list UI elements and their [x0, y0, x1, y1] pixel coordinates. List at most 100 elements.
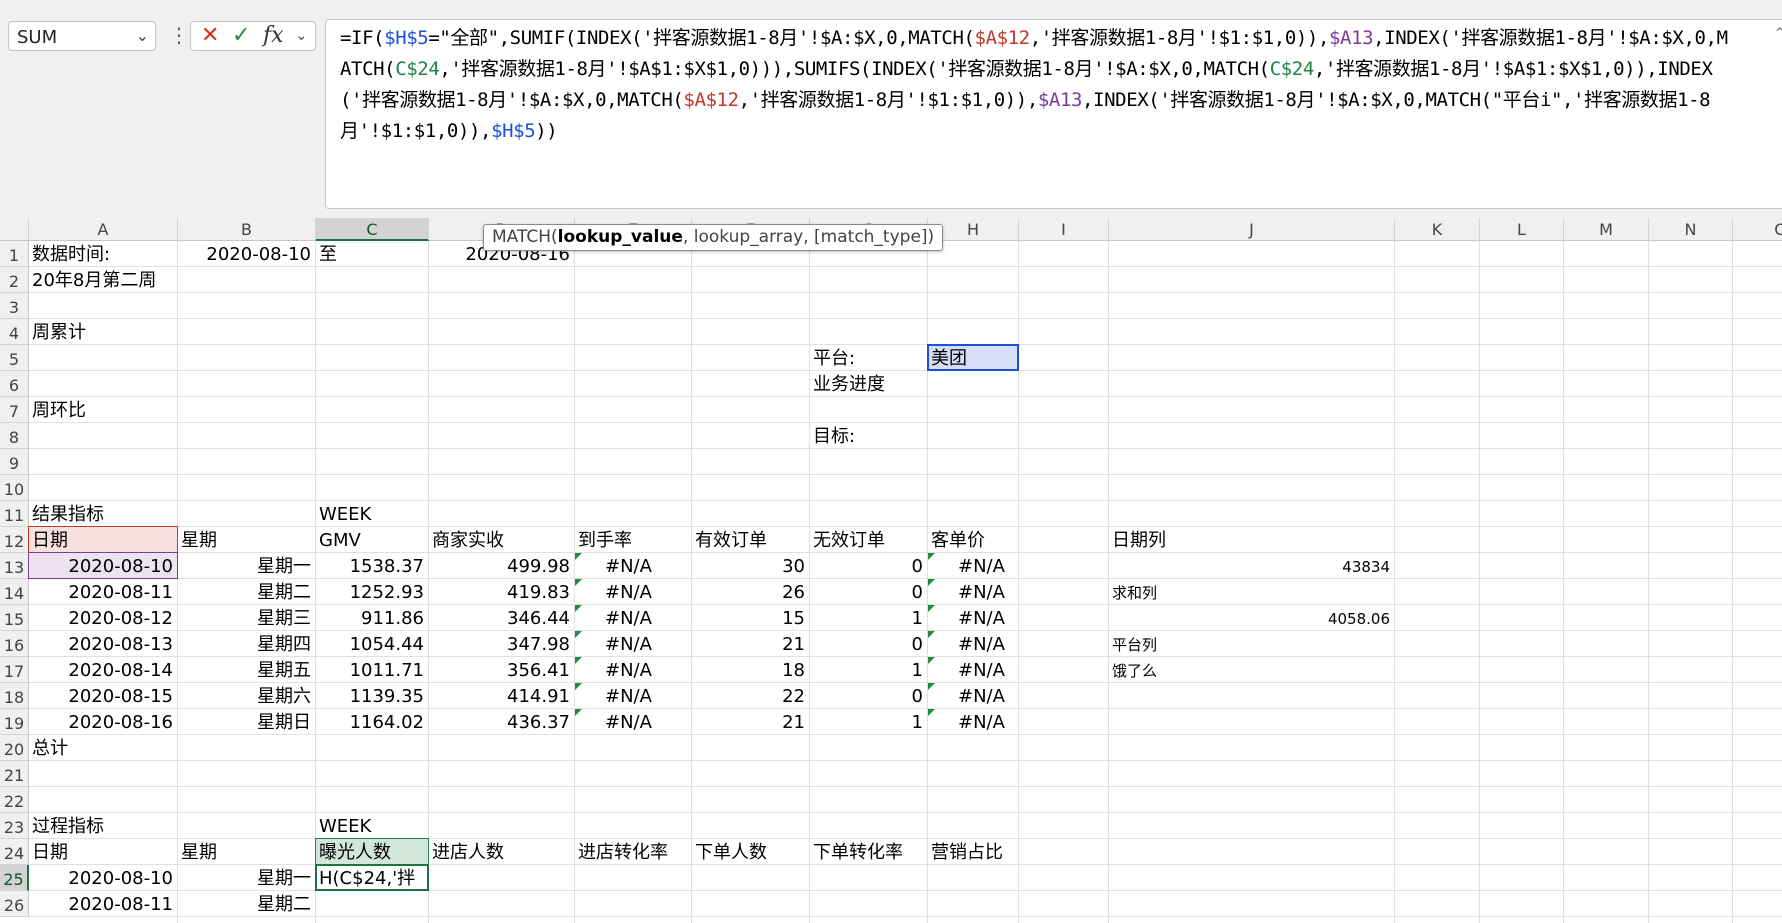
- row-header-14[interactable]: 14: [0, 579, 29, 605]
- cell-j16[interactable]: 平台列: [1112, 632, 1157, 658]
- column-header-a[interactable]: A: [29, 218, 178, 241]
- cell-e15[interactable]: #N/A: [605, 606, 652, 632]
- cell-f15[interactable]: 15: [695, 606, 805, 632]
- cell-c1[interactable]: 至: [319, 242, 337, 268]
- row-header-2[interactable]: 2: [0, 267, 29, 293]
- insert-function-icon[interactable]: fx: [263, 23, 284, 48]
- row-header-18[interactable]: 18: [0, 683, 29, 709]
- row-header-21[interactable]: 21: [0, 761, 29, 787]
- cell-f19[interactable]: 21: [695, 710, 805, 736]
- cell-a13[interactable]: 2020-08-10: [32, 554, 173, 580]
- cell-c17[interactable]: 1011.71: [319, 658, 424, 684]
- cell-e16[interactable]: #N/A: [605, 632, 652, 658]
- cell-c24[interactable]: 曝光人数: [319, 840, 391, 866]
- cell-c18[interactable]: 1139.35: [319, 684, 424, 710]
- cell-a25[interactable]: 2020-08-10: [32, 866, 173, 892]
- tooltip-current-arg[interactable]: lookup_value: [558, 227, 683, 247]
- cell-g17[interactable]: 1: [813, 658, 923, 684]
- column-header-b[interactable]: B: [178, 218, 316, 241]
- cell-a11[interactable]: 结果指标: [32, 502, 104, 528]
- cell-c19[interactable]: 1164.02: [319, 710, 424, 736]
- cell-f18[interactable]: 22: [695, 684, 805, 710]
- cell-b1[interactable]: 2020-08-10: [181, 242, 311, 268]
- cancel-icon[interactable]: ✕: [201, 23, 219, 48]
- cell-h15[interactable]: #N/A: [958, 606, 1005, 632]
- error-indicator-icon[interactable]: [928, 709, 935, 716]
- cell-b13[interactable]: 星期一: [181, 554, 311, 580]
- cell-a17[interactable]: 2020-08-14: [32, 658, 173, 684]
- cell-d16[interactable]: 347.98: [432, 632, 570, 658]
- column-header-l[interactable]: L: [1480, 218, 1564, 241]
- column-header-k[interactable]: K: [1395, 218, 1480, 241]
- cell-f24[interactable]: 下单人数: [695, 840, 767, 866]
- error-indicator-icon[interactable]: [575, 579, 582, 586]
- error-indicator-icon[interactable]: [575, 605, 582, 612]
- cell-e17[interactable]: #N/A: [605, 658, 652, 684]
- cell-c15[interactable]: 911.86: [319, 606, 424, 632]
- cell-e14[interactable]: #N/A: [605, 580, 652, 606]
- cell-c13[interactable]: 1538.37: [319, 554, 424, 580]
- cell-b12[interactable]: 星期: [181, 528, 217, 554]
- column-header-c[interactable]: C: [316, 218, 429, 241]
- cell-b14[interactable]: 星期二: [181, 580, 311, 606]
- row-header-26[interactable]: 26: [0, 891, 29, 917]
- cell-c12[interactable]: GMV: [319, 528, 361, 554]
- row-header-15[interactable]: 15: [0, 605, 29, 631]
- cell-b25[interactable]: 星期一: [181, 866, 311, 892]
- cell-a14[interactable]: 2020-08-11: [32, 580, 173, 606]
- cell-h13[interactable]: #N/A: [958, 554, 1005, 580]
- row-header-16[interactable]: 16: [0, 631, 29, 657]
- cell-g18[interactable]: 0: [813, 684, 923, 710]
- row-header-3[interactable]: 3: [0, 293, 29, 319]
- spreadsheet-grid[interactable]: ABCDEFGHIJKLMNO1234567891011121314151617…: [0, 218, 1782, 923]
- cell-a20[interactable]: 总计: [32, 736, 68, 762]
- cell-c16[interactable]: 1054.44: [319, 632, 424, 658]
- error-indicator-icon[interactable]: [928, 683, 935, 690]
- cell-b26[interactable]: 星期二: [181, 892, 311, 918]
- cell-a12[interactable]: 日期: [32, 528, 68, 554]
- cell-h16[interactable]: #N/A: [958, 632, 1005, 658]
- row-header-11[interactable]: 11: [0, 501, 29, 527]
- row-header-25[interactable]: 25: [0, 865, 29, 891]
- cell-c25[interactable]: H(C$24,'拌: [319, 866, 415, 892]
- cell-h24[interactable]: 营销占比: [931, 840, 1003, 866]
- row-header-20[interactable]: 20: [0, 735, 29, 761]
- row-header-22[interactable]: 22: [0, 787, 29, 813]
- cell-g5[interactable]: 平台:: [813, 346, 855, 372]
- row-header-12[interactable]: 12: [0, 527, 29, 553]
- cell-f12[interactable]: 有效订单: [695, 528, 767, 554]
- cell-b24[interactable]: 星期: [181, 840, 217, 866]
- cell-c11[interactable]: WEEK: [319, 502, 371, 528]
- cell-f14[interactable]: 26: [695, 580, 805, 606]
- cell-j12[interactable]: 日期列: [1112, 528, 1166, 554]
- cell-e24[interactable]: 进店转化率: [578, 840, 668, 866]
- cell-f17[interactable]: 18: [695, 658, 805, 684]
- row-header-6[interactable]: 6: [0, 371, 29, 397]
- error-indicator-icon[interactable]: [575, 709, 582, 716]
- cell-a23[interactable]: 过程指标: [32, 814, 104, 840]
- error-indicator-icon[interactable]: [575, 683, 582, 690]
- cell-a26[interactable]: 2020-08-11: [32, 892, 173, 918]
- cell-d18[interactable]: 414.91: [432, 684, 570, 710]
- cell-g19[interactable]: 1: [813, 710, 923, 736]
- cell-h14[interactable]: #N/A: [958, 580, 1005, 606]
- cell-a7[interactable]: 周环比: [32, 398, 86, 424]
- column-header-m[interactable]: M: [1564, 218, 1649, 241]
- cell-j13[interactable]: 43834: [1112, 554, 1390, 580]
- cell-h18[interactable]: #N/A: [958, 684, 1005, 710]
- cell-a19[interactable]: 2020-08-16: [32, 710, 173, 736]
- cell-j15[interactable]: 4058.06: [1112, 606, 1390, 632]
- error-indicator-icon[interactable]: [575, 553, 582, 560]
- collapse-formula-icon[interactable]: ⌃: [1773, 24, 1782, 43]
- cell-a16[interactable]: 2020-08-13: [32, 632, 173, 658]
- cell-c23[interactable]: WEEK: [319, 814, 371, 840]
- cell-b19[interactable]: 星期日: [181, 710, 311, 736]
- cell-d13[interactable]: 499.98: [432, 554, 570, 580]
- cell-g14[interactable]: 0: [813, 580, 923, 606]
- select-all-corner[interactable]: [0, 218, 29, 241]
- row-header-4[interactable]: 4: [0, 319, 29, 345]
- cell-g12[interactable]: 无效订单: [813, 528, 885, 554]
- cell-a15[interactable]: 2020-08-12: [32, 606, 173, 632]
- column-header-j[interactable]: J: [1109, 218, 1395, 241]
- cell-h5[interactable]: 美团: [931, 346, 967, 372]
